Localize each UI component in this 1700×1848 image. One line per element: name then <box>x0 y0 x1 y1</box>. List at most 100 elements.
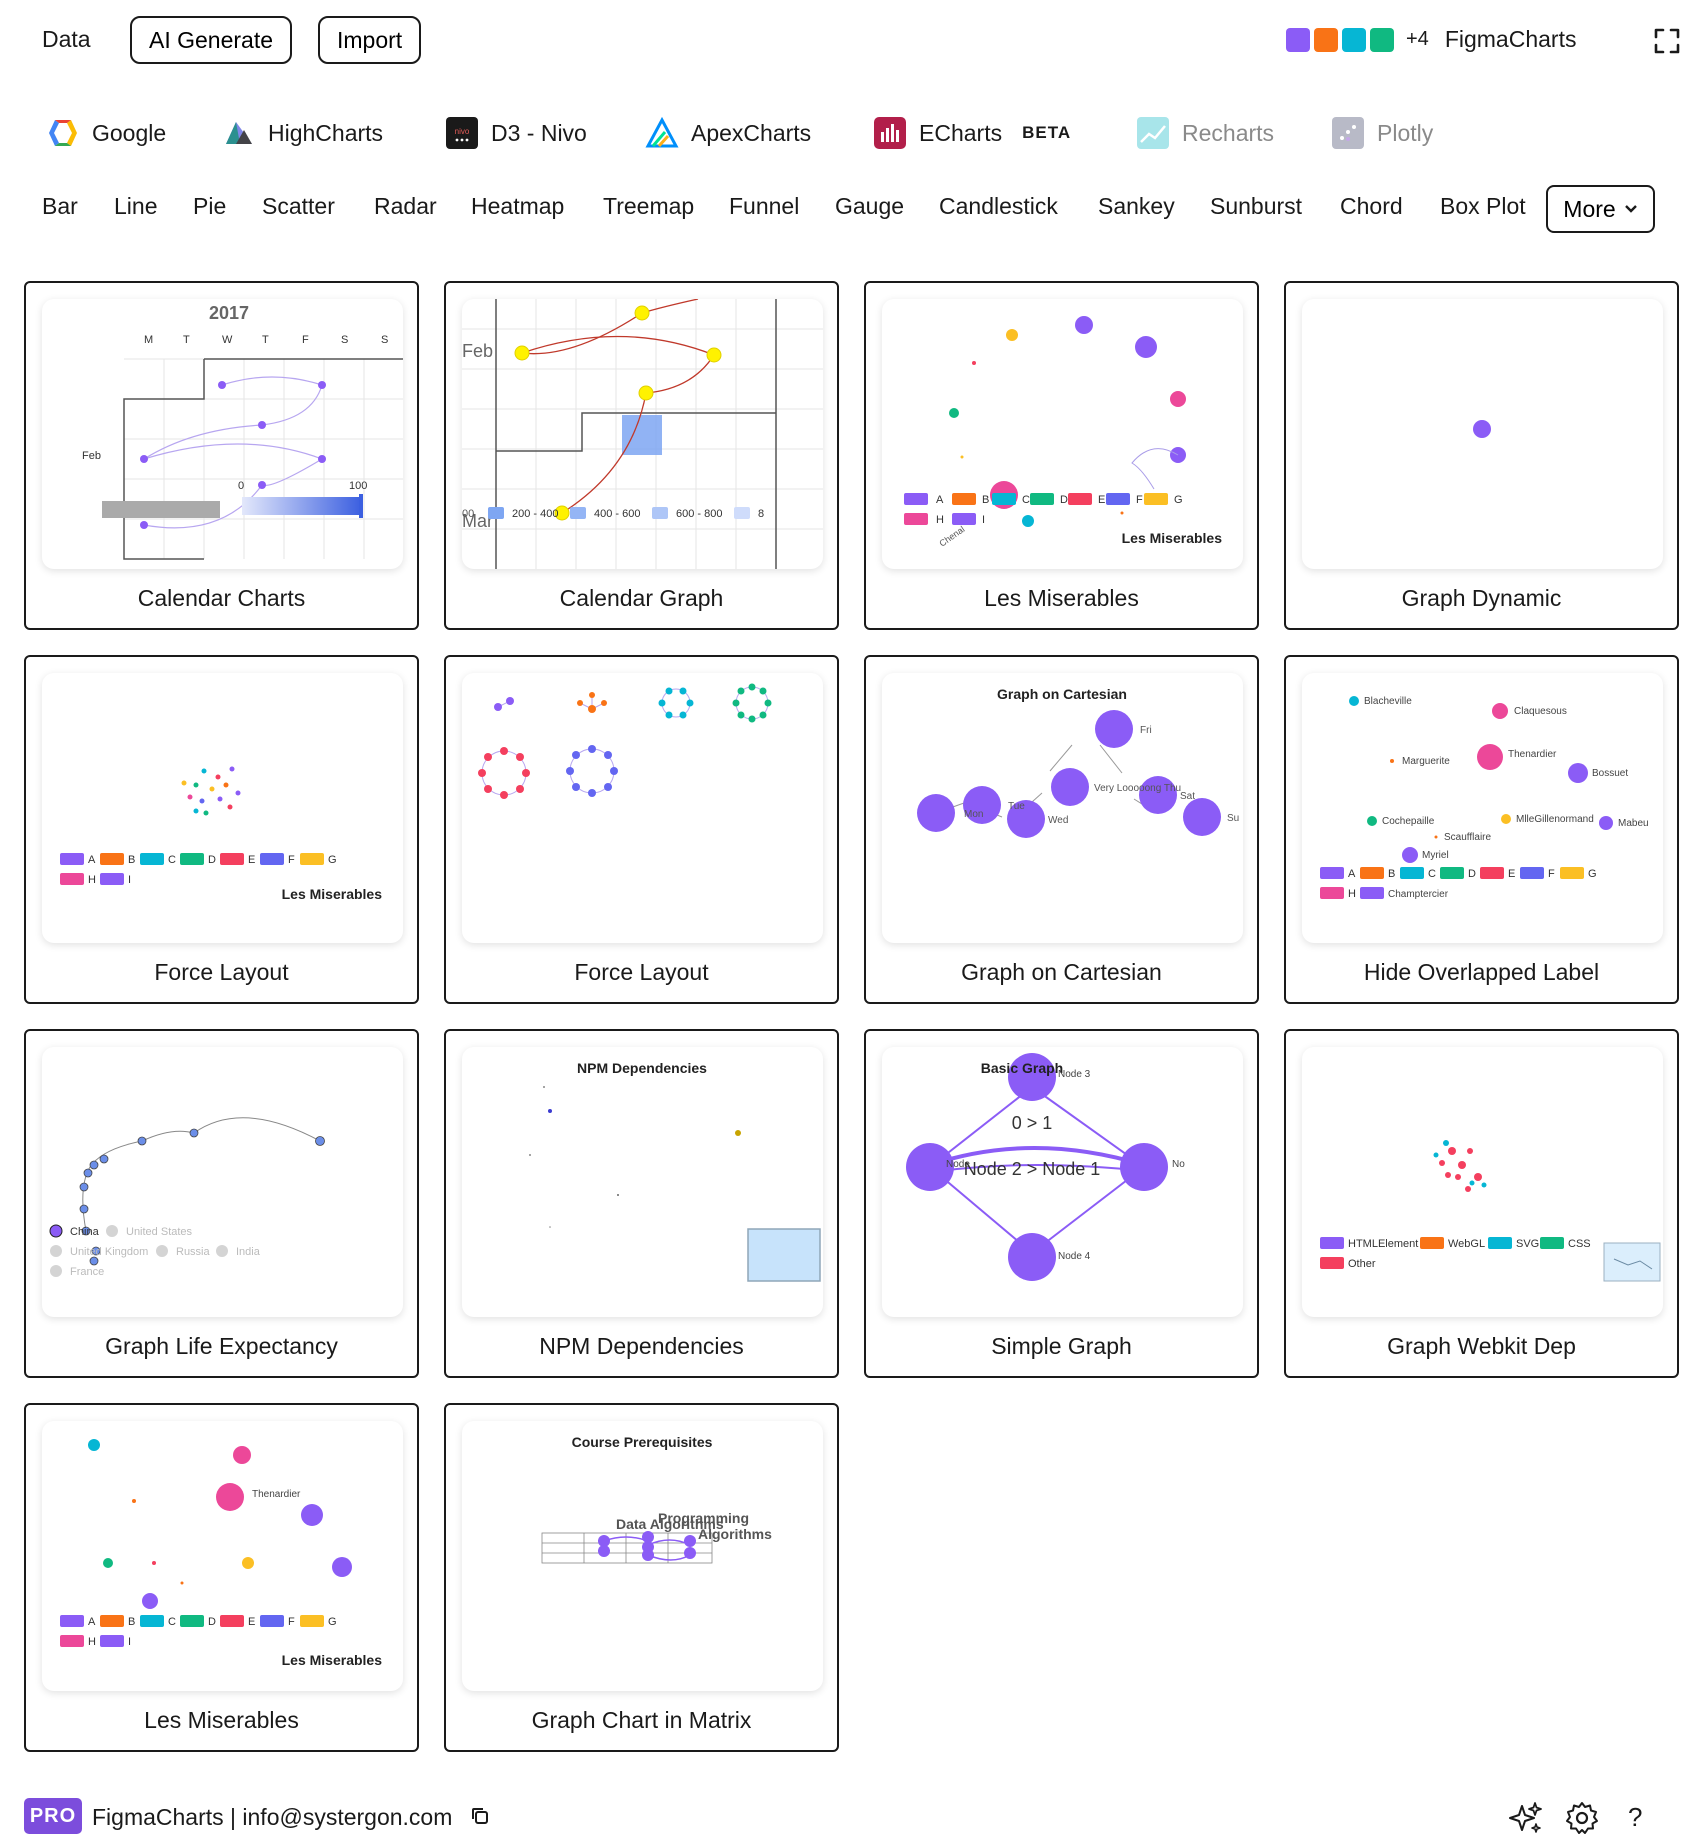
card-calendar-charts[interactable]: 2017 M T W T F S S Feb 0 100 Calendar Ch… <box>24 281 419 630</box>
library-highcharts[interactable]: HighCharts <box>222 110 383 156</box>
node-label: Very Looooong Thu <box>1094 783 1181 794</box>
chart-type-heatmap[interactable]: Heatmap <box>471 193 564 220</box>
card-force-layout-clusters[interactable]: Force Layout <box>444 655 839 1004</box>
library-label: ApexCharts <box>691 119 812 146</box>
card-preview: Graph on Cartesian Mon Tue Wed Very Looo… <box>882 673 1243 943</box>
card-title: Calendar Charts <box>137 585 306 611</box>
legend-label: United Kingdom <box>70 1246 148 1258</box>
card-les-miserables-2[interactable]: Thenardier A B C D E F G H I Les Miserab… <box>24 1403 419 1752</box>
legend-label: D <box>208 854 216 866</box>
legend-label: H <box>1348 888 1356 900</box>
legend-label: I <box>128 1636 131 1648</box>
day-label: W <box>222 334 233 346</box>
card-title: Graph Life Expectancy <box>105 1333 338 1359</box>
month-label: Feb <box>462 341 493 361</box>
beta-badge: BETA <box>1022 123 1072 142</box>
card-preview: Basic Graph Node 3 Node 4 Node No 0 > 1 … <box>882 1047 1243 1317</box>
day-label: F <box>302 334 309 346</box>
legend-label: A <box>936 494 944 506</box>
card-graph-webkit-dep[interactable]: HTMLElement WebGL SVG CSS Other Graph We… <box>1284 1029 1679 1378</box>
legend-label: G <box>1588 868 1597 880</box>
card-npm-dependencies[interactable]: NPM Dependencies NPM Dependencies <box>444 1029 839 1378</box>
card-preview: A B C D E F G H I Chenal Les Miserables <box>882 299 1243 569</box>
recharts-logo-icon <box>1137 117 1169 149</box>
help-button[interactable]: ? <box>1628 1802 1642 1833</box>
library-d3-nivo[interactable]: nivo D3 - Nivo <box>445 110 587 156</box>
node-label: Chenal <box>937 524 966 549</box>
chart-type-sunburst[interactable]: Sunburst <box>1210 193 1302 220</box>
day-label: T <box>183 334 190 346</box>
card-simple-graph[interactable]: Basic Graph Node 3 Node 4 Node No 0 > 1 … <box>864 1029 1259 1378</box>
library-echarts[interactable]: ECharts BETA <box>873 110 1071 156</box>
legend-label: H <box>88 874 96 886</box>
chart-type-sankey[interactable]: Sankey <box>1098 193 1175 220</box>
card-title: Force Layout <box>574 959 709 985</box>
card-title: NPM Dependencies <box>539 1333 744 1359</box>
brand-swatch <box>1286 27 1310 52</box>
card-preview <box>462 673 823 943</box>
card-preview: A B C D E F G H I Les Miserables <box>42 673 403 943</box>
chart-type-gauge[interactable]: Gauge <box>835 193 904 220</box>
node-label: Thenardier <box>252 1489 301 1500</box>
card-force-layout[interactable]: A B C D E F G H I Les Miserables Force L… <box>24 655 419 1004</box>
card-title: Les Miserables <box>144 1707 299 1733</box>
chart-type-line[interactable]: Line <box>114 193 157 220</box>
chart-heading: Basic Graph <box>981 1060 1063 1076</box>
legend-label: Other <box>1348 1258 1376 1270</box>
expand-icon[interactable] <box>1654 28 1680 54</box>
legend-label: A <box>1348 868 1356 880</box>
card-graph-chart-in-matrix[interactable]: Course Prerequisites Programming Data Al… <box>444 1403 839 1752</box>
library-label: ECharts <box>919 119 1003 146</box>
legend-label: HTMLElement <box>1348 1238 1418 1250</box>
library-plotly[interactable]: Plotly <box>1331 110 1433 156</box>
card-calendar-graph[interactable]: Feb Mar 00 200 - 400 400 - 600 600 - 800… <box>444 281 839 630</box>
chart-type-pie[interactable]: Pie <box>193 193 226 220</box>
legend-label: E <box>1098 494 1105 506</box>
legend-label: B <box>128 854 135 866</box>
data-tab[interactable]: Data <box>42 26 91 53</box>
legend-label: G <box>1174 494 1183 506</box>
node-label: Algorithms <box>698 1526 772 1542</box>
chart-caption: Les Miserables <box>282 886 383 902</box>
chart-type-radar[interactable]: Radar <box>374 193 437 220</box>
sparkles-icon[interactable] <box>1508 1800 1544 1836</box>
legend-label: C <box>1428 868 1436 880</box>
ai-generate-button[interactable]: AI Generate <box>130 16 293 64</box>
chart-type-funnel[interactable]: Funnel <box>729 193 799 220</box>
chart-type-box-plot[interactable]: Box Plot <box>1440 193 1526 220</box>
chart-heading: Course Prerequisites <box>572 1434 713 1450</box>
range-min-label: 0 <box>238 480 244 492</box>
chart-type-scatter[interactable]: Scatter <box>262 193 335 220</box>
pro-badge[interactable]: PRO <box>24 1798 82 1834</box>
more-button[interactable]: More <box>1546 185 1655 233</box>
legend-label: G <box>328 854 337 866</box>
chart-type-candlestick[interactable]: Candlestick <box>939 193 1058 220</box>
card-graph-on-cartesian[interactable]: Graph on Cartesian Mon Tue Wed Very Looo… <box>864 655 1259 1004</box>
chart-caption: Les Miserables <box>282 1652 383 1668</box>
brand-area[interactable]: +4 FigmaCharts <box>1286 26 1576 53</box>
chart-type-treemap[interactable]: Treemap <box>603 193 694 220</box>
legend-label: F <box>1136 494 1143 506</box>
chart-type-bar[interactable]: Bar <box>42 193 78 220</box>
day-label: M <box>144 334 153 346</box>
card-hide-overlapped-label[interactable]: Blacheville Claquesous Marguerite Thenar… <box>1284 655 1679 1004</box>
library-recharts[interactable]: Recharts <box>1136 110 1274 156</box>
node-label: MlleGillenormand <box>1516 814 1594 825</box>
card-title: Calendar Graph <box>559 585 724 611</box>
edge-label: 0 > 1 <box>1012 1113 1053 1133</box>
card-title: Hide Overlapped Label <box>1363 959 1600 985</box>
card-les-miserables[interactable]: A B C D E F G H I Chenal Les Miserables … <box>864 281 1259 630</box>
library-google[interactable]: Google <box>46 110 166 156</box>
card-graph-life-expectancy[interactable]: China United States United Kingdom Russi… <box>24 1029 419 1378</box>
library-apexcharts[interactable]: ApexCharts <box>645 110 811 156</box>
legend-label: H <box>88 1636 96 1648</box>
node-label: Claquesous <box>1514 706 1567 717</box>
import-button[interactable]: Import <box>318 16 422 64</box>
card-preview: HTMLElement WebGL SVG CSS Other <box>1302 1047 1663 1317</box>
chart-type-chord[interactable]: Chord <box>1340 193 1403 220</box>
gear-icon[interactable] <box>1564 1800 1600 1836</box>
card-graph-dynamic[interactable]: Graph Dynamic <box>1284 281 1679 630</box>
copy-icon[interactable] <box>470 1806 490 1826</box>
node-label: Cochepaille <box>1382 816 1435 827</box>
library-label: Google <box>92 119 167 146</box>
